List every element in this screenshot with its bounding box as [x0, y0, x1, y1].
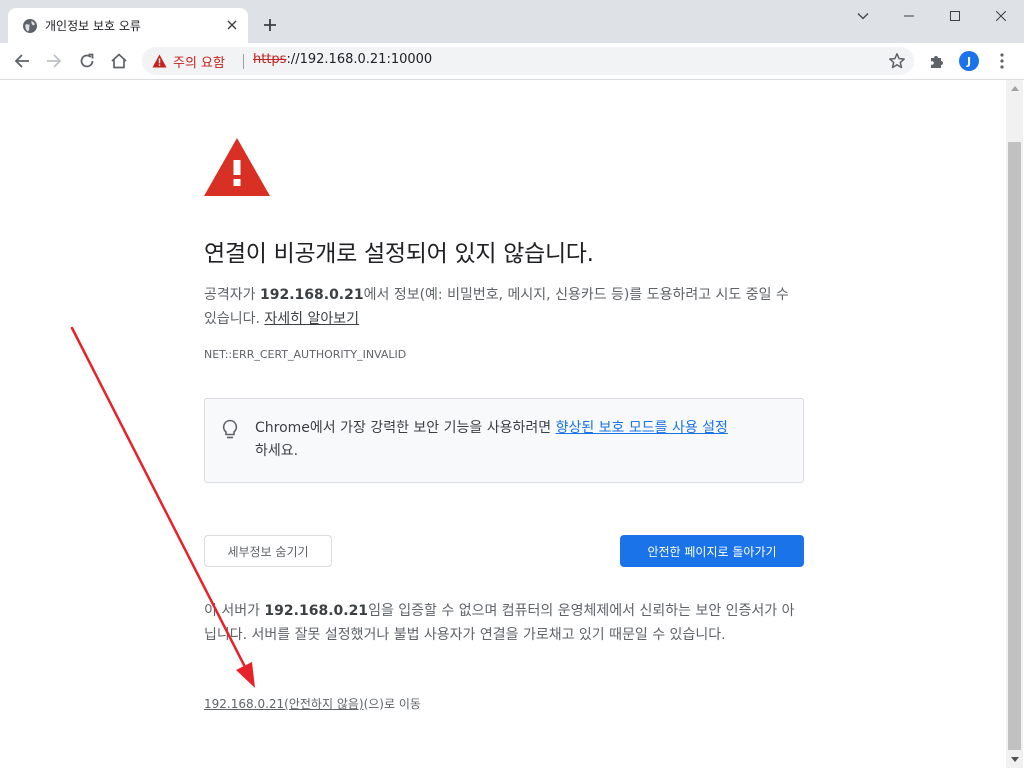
close-icon	[227, 20, 237, 30]
details-host: 192.168.0.21	[264, 603, 369, 619]
close-icon	[996, 11, 1006, 21]
promo-text: Chrome에서 가장 강력한 보안 기능을 사용하려면 향상된 보호 모드를 …	[255, 417, 795, 463]
home-button[interactable]	[106, 48, 132, 74]
window-close-button[interactable]	[978, 0, 1024, 32]
security-warning-chip[interactable]: 주의 요함	[152, 52, 225, 71]
new-tab-button[interactable]	[259, 14, 281, 36]
warning-triangle-icon	[204, 138, 270, 196]
details-paragraph: 이 서버가 192.168.0.21임을 입증할 수 없으며 컴퓨터의 운영체제…	[204, 599, 804, 647]
warning-triangle-icon	[152, 54, 167, 68]
vertical-scrollbar[interactable]	[1006, 80, 1023, 768]
address-bar[interactable]: 주의 요함 https://192.168.0.21:10000	[142, 47, 914, 75]
proceed-suffix: (으)로 이동	[363, 697, 421, 711]
omnibox-divider	[243, 54, 244, 69]
back-to-safety-button[interactable]: 안전한 페이지로 돌아가기	[620, 535, 804, 567]
caret-down-icon	[1010, 757, 1019, 762]
intro-host: 192.168.0.21	[259, 287, 364, 303]
puzzle-icon	[931, 56, 943, 68]
proceed-unsafe-link[interactable]: 192.168.0.21(안전하지 않음)	[204, 697, 364, 711]
tab-search-button[interactable]	[840, 0, 886, 32]
promo-prefix: Chrome에서 가장 강력한 보안 기능을 사용하려면	[255, 420, 556, 436]
details-prefix: 이 서버가	[204, 603, 265, 619]
forward-button[interactable]	[41, 48, 67, 74]
reload-icon	[80, 53, 94, 68]
url-scheme: https	[253, 52, 287, 67]
tab-title: 개인정보 보호 오류	[45, 19, 141, 33]
minimize-button[interactable]	[886, 0, 932, 32]
home-icon	[111, 53, 127, 69]
maximize-icon	[950, 11, 960, 21]
chevron-down-icon	[857, 13, 869, 20]
bookmark-star-icon[interactable]	[888, 52, 906, 70]
enable-enhanced-protection-link[interactable]: 향상된 보호 모드를 사용 설정	[556, 420, 728, 436]
page-title: 연결이 비공개로 설정되어 있지 않습니다.	[204, 241, 594, 267]
lightbulb-icon	[222, 419, 238, 439]
browser-toolbar: 주의 요함 https://192.168.0.21:10000 J	[0, 43, 1024, 80]
error-code: NET::ERR_CERT_AUTHORITY_INVALID	[204, 348, 407, 361]
arrow-left-icon	[14, 54, 29, 68]
arrow-right-icon	[47, 54, 62, 68]
learn-more-link[interactable]: 자세히 알아보기	[264, 311, 359, 327]
extensions-button[interactable]	[924, 48, 950, 74]
hide-details-button[interactable]: 세부정보 숨기기	[204, 535, 332, 567]
reload-button[interactable]	[74, 48, 100, 74]
menu-button[interactable]	[989, 48, 1015, 74]
proceed-line: 192.168.0.21(안전하지 않음)(으)로 이동	[204, 695, 421, 712]
annotation-arrow	[70, 326, 255, 688]
tab-close-button[interactable]	[224, 17, 240, 33]
title-bar: 개인정보 보호 오류	[0, 0, 1024, 43]
url-text[interactable]: https://192.168.0.21:10000	[253, 52, 432, 67]
scroll-down-button[interactable]	[1006, 751, 1023, 768]
intro-prefix: 공격자가	[204, 287, 260, 303]
globe-icon	[23, 19, 37, 33]
enhanced-protection-promo: Chrome에서 가장 강력한 보안 기능을 사용하려면 향상된 보호 모드를 …	[204, 398, 804, 483]
maximize-button[interactable]	[932, 0, 978, 32]
plus-icon	[264, 19, 276, 31]
url-host: ://192.168.0.21:10000	[286, 52, 433, 67]
caret-up-icon	[1010, 86, 1019, 91]
tab-active[interactable]: 개인정보 보호 오류	[8, 8, 248, 43]
more-vertical-icon	[1000, 53, 1004, 69]
intro-paragraph: 공격자가 192.168.0.21에서 정보(예: 비밀번호, 메시지, 신용카…	[204, 283, 804, 331]
security-warning-label: 주의 요함	[173, 55, 225, 71]
minimize-icon	[904, 15, 914, 17]
profile-avatar[interactable]: J	[959, 51, 979, 71]
scroll-up-button[interactable]	[1006, 80, 1023, 97]
scrollbar-thumb[interactable]	[1008, 142, 1021, 750]
promo-suffix: 하세요.	[255, 443, 299, 459]
back-button[interactable]	[9, 48, 35, 74]
